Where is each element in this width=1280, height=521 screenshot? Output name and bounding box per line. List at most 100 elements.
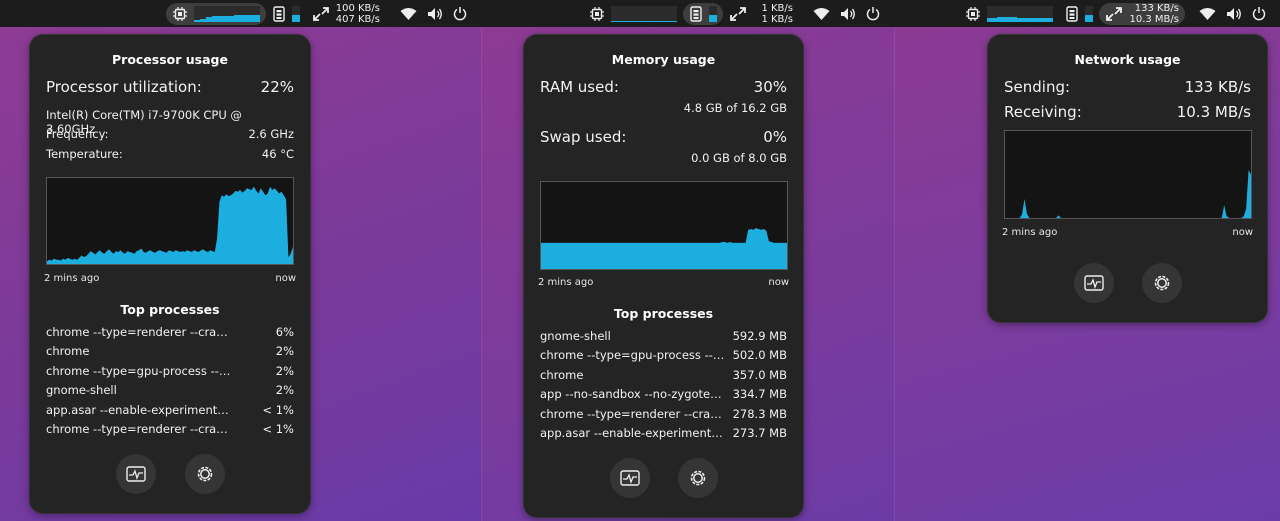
network-indicator[interactable]: 100 KB/s 407 KB/s (306, 3, 386, 25)
network-indicator[interactable]: 133 KB/s 10.3 MB/s (1099, 2, 1185, 25)
graph-start-label: 2 mins ago (44, 273, 100, 284)
system-monitor-button[interactable] (610, 458, 650, 498)
cpu-mini-graph (611, 5, 677, 22)
ram-label: RAM used: (540, 78, 619, 96)
sending-row: Sending: 133 KB/s (1004, 78, 1251, 96)
swap-value: 0% (763, 128, 787, 146)
memory-mini-bar (291, 5, 300, 22)
memory-graph-area (541, 228, 787, 269)
settings-button[interactable] (185, 454, 225, 494)
network-indicator[interactable]: 1 KB/s 1 KB/s (723, 3, 799, 25)
system-monitor-icon (1084, 275, 1104, 291)
graph-end-label: now (1232, 227, 1253, 238)
download-speed: 407 KB/s (335, 13, 380, 25)
processor-popup: Processor usage Processor utilization: 2… (29, 34, 311, 514)
network-speed-text: 1 KB/s 1 KB/s (753, 3, 793, 25)
process-value: 2% (275, 383, 294, 398)
process-value: 357.0 MB (732, 367, 787, 382)
list-item: app.asar --enable-experimental-web 273.7 … (540, 424, 787, 443)
memory-indicator[interactable] (1059, 3, 1099, 25)
network-popup: Network usage Sending: 133 KB/s Receivin… (987, 34, 1268, 323)
popup-title: Network usage (1074, 52, 1181, 67)
graph-area-fill (541, 228, 787, 269)
top-processes-title: Top processes (120, 302, 220, 317)
list-item: chrome --type=renderer --crashpad-handle… (46, 420, 294, 439)
top-bar: 1 KB/s 1 KB/s (481, 0, 894, 27)
divider (894, 0, 895, 521)
wifi-icon[interactable] (813, 7, 830, 21)
list-item: chrome --type=renderer --crashpad 278.3 M… (540, 405, 787, 424)
system-monitor-button[interactable] (1074, 263, 1114, 303)
gear-icon (197, 466, 213, 482)
memory-indicator[interactable] (683, 2, 723, 25)
process-value: 2% (275, 344, 294, 359)
download-speed: 10.3 MB/s (1129, 13, 1179, 25)
power-icon[interactable] (1252, 6, 1266, 21)
cpu-indicator[interactable] (959, 3, 1059, 25)
process-name: app.asar --enable-experimental-web (540, 425, 725, 440)
swap-detail: 0.0 GB of 8.0 GB (691, 151, 787, 165)
gear-icon (690, 470, 706, 486)
memory-mini-bar (1085, 5, 1094, 22)
graph-start-label: 2 mins ago (1002, 227, 1058, 238)
system-monitor-button[interactable] (116, 454, 156, 494)
cpu-icon (590, 6, 604, 21)
cpu-indicator[interactable] (165, 2, 266, 25)
process-name: app.asar --enable-experimental-web (46, 402, 231, 417)
memory-icon (273, 5, 285, 22)
process-value: 592.9 MB (732, 329, 787, 343)
sending-label: Sending: (1004, 78, 1071, 96)
network-history-graph (1004, 130, 1252, 219)
volume-icon[interactable] (427, 7, 443, 21)
ram-row: RAM used: 30% (540, 78, 787, 96)
process-name: gnome-shell (540, 329, 611, 343)
process-name: chrome --type=renderer --crashpad-handle… (46, 325, 231, 339)
power-icon[interactable] (453, 6, 467, 21)
process-list: chrome --type=renderer --crashpad-handle… (46, 323, 294, 439)
wifi-icon[interactable] (1199, 7, 1216, 21)
list-item: chrome 2% (46, 342, 294, 361)
ram-detail: 4.8 GB of 16.2 GB (683, 101, 787, 115)
process-value: 502.0 MB (732, 348, 787, 363)
system-monitor-icon (620, 470, 640, 486)
volume-icon[interactable] (840, 7, 856, 21)
volume-icon[interactable] (1226, 7, 1242, 21)
frequency-label: Frequency: (46, 127, 109, 141)
process-name: chrome (46, 344, 90, 359)
temperature-value: 46 °C (261, 147, 294, 161)
process-value: 278.3 MB (732, 406, 787, 421)
process-value: < 1% (262, 402, 294, 417)
cpu-indicator[interactable] (583, 3, 683, 25)
list-item: chrome 357.0 MB (540, 366, 787, 385)
process-name: chrome --type=gpu-process --crashpad (46, 363, 231, 378)
divider (481, 0, 482, 521)
network-icon (312, 6, 329, 21)
frequency-row: Frequency: 2.6 GHz (46, 127, 294, 141)
upload-speed: 1 KB/s (761, 2, 793, 14)
cpu-mini-graph (987, 5, 1054, 22)
processor-graph-area (47, 186, 293, 264)
list-item: app --no-sandbox --no-zygote --enable 334… (540, 385, 787, 404)
settings-button[interactable] (1142, 263, 1182, 303)
process-value: 2% (275, 363, 294, 378)
network-speed-text: 133 KB/s 10.3 MB/s (1129, 3, 1179, 25)
memory-mini-bar (709, 5, 717, 22)
upload-speed: 133 KB/s (1134, 2, 1179, 14)
list-item: app.asar --enable-experimental-web < 1% (46, 401, 294, 420)
memory-indicator[interactable] (266, 3, 306, 25)
memory-history-graph (540, 181, 788, 270)
process-name: chrome --type=renderer --crashpad (540, 406, 725, 421)
process-value: 334.7 MB (732, 387, 787, 402)
memory-icon (1066, 5, 1079, 22)
wifi-icon[interactable] (400, 7, 417, 21)
graph-area-fill (47, 186, 293, 264)
list-item: gnome-shell 592.9 MB (540, 327, 787, 346)
settings-button[interactable] (678, 458, 718, 498)
frequency-value: 2.6 GHz (248, 127, 294, 141)
list-item: gnome-shell 2% (46, 381, 294, 400)
process-value: < 1% (262, 421, 294, 436)
top-bar: 100 KB/s 407 KB/s (0, 0, 481, 27)
cpu-icon (172, 6, 187, 21)
receiving-value: 10.3 MB/s (1176, 103, 1251, 121)
power-icon[interactable] (866, 6, 880, 21)
